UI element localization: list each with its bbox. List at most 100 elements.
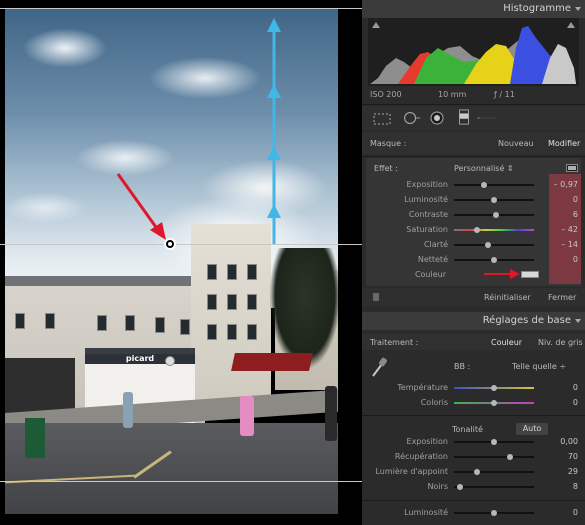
pedestrian — [325, 386, 337, 441]
mask-row: Masque : Nouveau Modifier — [362, 132, 585, 154]
contraste-value[interactable]: 6 — [538, 210, 578, 219]
luminosit--slider-thumb[interactable] — [491, 197, 497, 203]
red-eye-icon[interactable] — [427, 110, 447, 126]
exposition-value[interactable]: 0,00 — [538, 437, 578, 446]
wb-dropdown[interactable]: Telle quelle ÷ — [512, 362, 566, 371]
temp-rature-label: Température — [397, 383, 448, 392]
r-cup-ration-slider-track[interactable] — [454, 456, 534, 458]
switch-icon[interactable] — [372, 292, 380, 302]
histogram-graph — [368, 18, 579, 86]
mask-label: Masque : — [370, 139, 407, 148]
exposition-slider-thumb[interactable] — [491, 439, 497, 445]
red-awning — [231, 353, 313, 371]
roof-left — [5, 276, 205, 286]
treatment-row: Traitement : Couleur Niv. de gris — [362, 334, 585, 350]
lumi-re-d-appoint-label: Lumière d'appoint — [375, 467, 448, 476]
divider — [362, 156, 585, 157]
histogram-title: Histogramme — [503, 3, 571, 14]
saturation-slider-track[interactable] — [454, 229, 534, 231]
nettet--slider-thumb[interactable] — [491, 257, 497, 263]
develop-panel: Histogramme ISO 200 10 mm ƒ / 11 Masque … — [362, 0, 585, 525]
clart--value[interactable]: – 14 — [538, 240, 578, 249]
exif-focal: 10 mm — [438, 90, 467, 99]
exif-iso: ISO 200 — [370, 90, 402, 99]
contraste-label: Contraste — [408, 210, 448, 219]
wb-label: BB : — [454, 362, 471, 371]
panel-toggle-icon[interactable] — [566, 164, 578, 172]
crop-guide-top — [0, 8, 362, 9]
pedestrian — [240, 396, 254, 436]
lumi-re-d-appoint-slider-thumb[interactable] — [474, 469, 481, 475]
effect-footer: Réinitialiser Fermer — [362, 288, 585, 306]
histogram-header[interactable]: Histogramme — [362, 0, 585, 18]
r-cup-ration-label: Récupération — [394, 452, 448, 461]
auto-tone-button[interactable]: Auto — [516, 423, 548, 435]
noirs-slider-thumb[interactable] — [457, 484, 464, 490]
coloris-value[interactable]: 0 — [538, 398, 578, 407]
clart--label: Clarté — [423, 240, 448, 249]
new-mask-button[interactable]: Nouveau — [498, 139, 534, 148]
red-pointer-arrow — [484, 269, 520, 279]
road — [5, 423, 338, 514]
temp-rature-value[interactable]: 0 — [538, 383, 578, 392]
collapse-triangle-icon[interactable] — [575, 7, 581, 11]
nettet--value[interactable]: 0 — [538, 255, 578, 264]
crop-tool-icon[interactable] — [372, 111, 392, 127]
close-button[interactable]: Fermer — [548, 293, 576, 302]
effect-label: Effet : — [374, 164, 398, 173]
color-label: Couleur — [414, 270, 446, 279]
divider — [362, 500, 585, 501]
r-cup-ration-value[interactable]: 70 — [538, 452, 578, 461]
shadow-clip-icon[interactable] — [372, 22, 380, 28]
building-center — [191, 224, 271, 414]
lumi-re-d-appoint-slider-track[interactable] — [454, 471, 534, 473]
luminosit--label: Luminosité — [404, 508, 448, 517]
effect-preset-dropdown[interactable]: Personnalisé ⇕ — [454, 164, 514, 173]
tree — [270, 248, 338, 368]
photo-canvas[interactable]: picard — [0, 0, 362, 525]
color-swatch[interactable] — [521, 271, 539, 278]
saturation-value[interactable]: – 42 — [538, 225, 578, 234]
exposition-value[interactable]: – 0,97 — [538, 180, 578, 189]
treatment-color-button[interactable]: Couleur — [491, 338, 522, 347]
shop-sign: picard — [85, 354, 195, 364]
noirs-label: Noirs — [427, 482, 448, 491]
pedestrian — [123, 392, 133, 428]
exposition-slider-track[interactable] — [454, 184, 534, 186]
eyedropper-icon[interactable] — [370, 356, 388, 378]
tone-label: Tonalité — [452, 425, 483, 434]
trash-bin — [25, 418, 45, 458]
saturation-label: Saturation — [406, 225, 448, 234]
graduated-filter-icon[interactable] — [454, 109, 474, 125]
clart--slider-track[interactable] — [454, 244, 534, 246]
coloris-slider-thumb[interactable] — [491, 400, 497, 406]
tool-strip — [362, 106, 585, 130]
basic-settings-title: Réglages de base — [482, 315, 571, 326]
luminosit--value[interactable]: 0 — [538, 195, 578, 204]
luminosit--label: Luminosité — [404, 195, 448, 204]
spot-removal-icon[interactable] — [401, 110, 421, 126]
gradient-handle[interactable] — [165, 356, 175, 366]
r-cup-ration-slider-thumb[interactable] — [507, 454, 513, 460]
luminosit--value[interactable]: 0 — [538, 508, 578, 517]
street-photo[interactable]: picard — [5, 8, 338, 514]
highlight-clip-icon[interactable] — [567, 22, 575, 28]
temp-rature-slider-thumb[interactable] — [491, 385, 497, 391]
adjustment-brush-icon[interactable] — [477, 110, 497, 126]
treatment-label: Traitement : — [370, 338, 419, 347]
luminosit--slider-thumb[interactable] — [491, 510, 497, 516]
lumi-re-d-appoint-value[interactable]: 29 — [538, 467, 578, 476]
gradient-guide-line[interactable] — [0, 244, 362, 245]
treatment-gray-button[interactable]: Niv. de gris — [538, 338, 583, 347]
basic-settings-header[interactable]: Réglages de base — [362, 312, 585, 330]
noirs-slider-track[interactable] — [454, 486, 534, 488]
edit-mask-button[interactable]: Modifier — [548, 139, 580, 148]
exposition-label: Exposition — [406, 180, 448, 189]
coloris-label: Coloris — [420, 398, 448, 407]
collapse-triangle-icon[interactable] — [575, 319, 581, 323]
reset-button[interactable]: Réinitialiser — [484, 293, 531, 302]
nettet--label: Netteté — [417, 255, 448, 264]
noirs-value[interactable]: 8 — [538, 482, 578, 491]
cyan-arrow-annotation — [267, 18, 281, 244]
exposition-label: Exposition — [406, 437, 448, 446]
